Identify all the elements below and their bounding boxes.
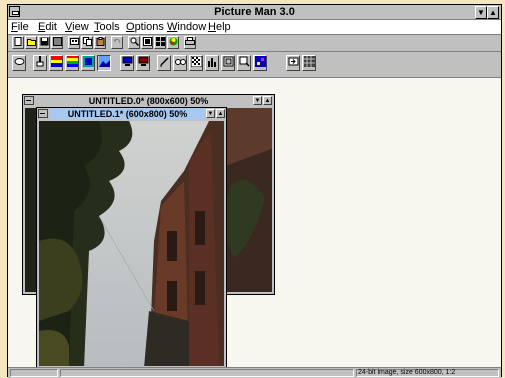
zoom-icon[interactable]: [128, 36, 140, 49]
scanner-icon[interactable]: [136, 55, 150, 71]
menu-help[interactable]: Help: [208, 20, 231, 34]
menu-file-label: ile: [17, 21, 29, 33]
tools-toolbar: [8, 54, 501, 74]
dither-icon[interactable]: [189, 55, 203, 71]
portrait-photo: [39, 121, 224, 366]
binoculars-icon[interactable]: [173, 55, 187, 71]
menu-window-mnemonic: W: [167, 21, 178, 33]
palette-icon[interactable]: [154, 36, 166, 49]
menu-help-mnemonic: H: [208, 21, 216, 33]
menu-view[interactable]: View: [65, 20, 89, 34]
menu-help-label: elp: [215, 21, 231, 33]
menu-tools-label: ools: [99, 21, 120, 33]
window-minimize-button[interactable]: ▼: [253, 96, 262, 105]
pen-icon[interactable]: [157, 55, 171, 71]
lasso-icon[interactable]: [12, 55, 26, 71]
window-title: UNTITLED.1* (600x800) 50%: [49, 108, 206, 120]
document-window-untitled-1[interactable]: UNTITLED.1* (600x800) 50% ▼ ▲: [36, 107, 227, 369]
menu-options[interactable]: Options: [126, 20, 164, 34]
window-maximize-button[interactable]: ▲: [263, 96, 272, 105]
maximize-button[interactable]: ▲: [487, 6, 499, 19]
menu-edit-label: dit: [45, 21, 57, 33]
grid-icon[interactable]: [302, 55, 316, 71]
minimize-button[interactable]: ▼: [475, 6, 487, 19]
cut-icon[interactable]: [68, 36, 80, 49]
print-icon[interactable]: [184, 36, 196, 49]
filter-icon[interactable]: [253, 55, 267, 71]
window-minimize-button[interactable]: ▼: [206, 109, 215, 118]
mdi-workspace: UNTITLED.0* (800x600) 50% ▼ ▲ UNTITLED.1…: [8, 77, 501, 369]
menu-window-label: indow: [177, 21, 207, 33]
status-segment: [60, 369, 354, 377]
standard-toolbar: [8, 35, 501, 52]
picture-man-window: Picture Man 3.0 ▼ ▲ File Edit View Tools…: [7, 4, 502, 378]
brush-icon[interactable]: [33, 55, 47, 71]
gradient-icon[interactable]: [49, 55, 63, 71]
window-system-menu[interactable]: [38, 109, 48, 118]
new-document-icon[interactable]: [12, 36, 24, 49]
menu-window[interactable]: Window: [167, 20, 206, 34]
paste-icon[interactable]: [94, 36, 106, 49]
fit-window-icon[interactable]: [141, 36, 153, 49]
window-maximize-button[interactable]: ▲: [216, 109, 225, 118]
status-segment: [10, 369, 58, 377]
menu-file[interactable]: File: [11, 20, 29, 34]
menu-edit[interactable]: Edit: [38, 20, 57, 34]
title-bar[interactable]: Picture Man 3.0 ▼ ▲: [8, 5, 501, 20]
magnify-icon[interactable]: [237, 55, 251, 71]
window-system-menu[interactable]: [24, 96, 34, 105]
crop-icon[interactable]: [221, 55, 235, 71]
menu-tools[interactable]: Tools: [94, 20, 120, 34]
menu-options-mnemonic: O: [126, 21, 135, 33]
menu-bar: File Edit View Tools Options Window Help: [8, 20, 501, 35]
save-as-icon[interactable]: [51, 36, 63, 49]
menu-options-label: ptions: [134, 21, 164, 33]
menu-view-label: iew: [72, 21, 89, 33]
color-bars-icon[interactable]: [65, 55, 79, 71]
undo-icon[interactable]: [111, 36, 123, 49]
image-icon[interactable]: [81, 55, 95, 71]
monitor-icon[interactable]: [120, 55, 134, 71]
menu-file-mnemonic: F: [11, 21, 18, 33]
color-picker-icon[interactable]: [167, 36, 179, 49]
save-icon[interactable]: [38, 36, 50, 49]
go-icon[interactable]: [286, 55, 300, 71]
open-folder-icon[interactable]: [25, 36, 37, 49]
landscape-icon[interactable]: [97, 55, 111, 71]
window-title: UNTITLED.0* (800x600) 50%: [88, 96, 209, 106]
copy-icon[interactable]: [81, 36, 93, 49]
status-bar: 24-bit image, size 600x800, 1:2: [8, 367, 501, 378]
app-title: Picture Man 3.0: [214, 6, 295, 18]
histogram-icon[interactable]: [205, 55, 219, 71]
